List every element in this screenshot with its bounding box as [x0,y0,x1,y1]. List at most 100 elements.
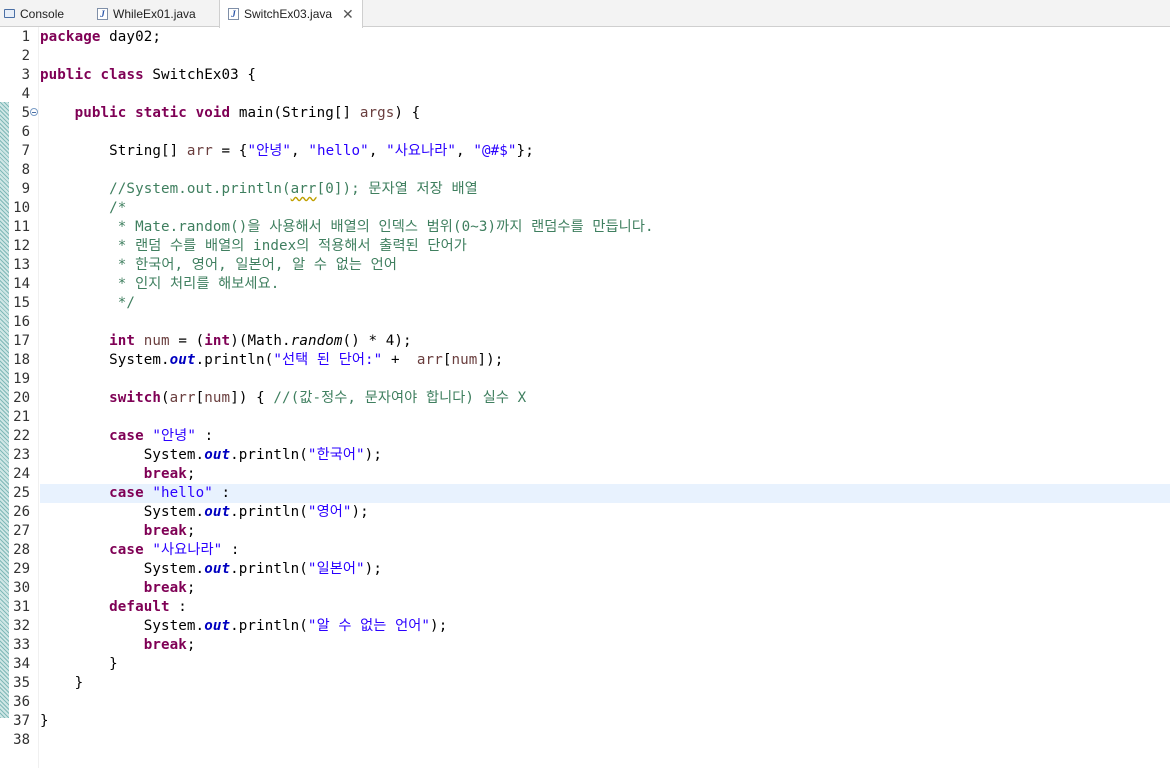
code-line[interactable]: 23 System.out.println("한국어"); [0,446,1170,465]
line-number: 27 [13,523,30,539]
code-line[interactable]: 36 [0,693,1170,712]
code-token: System. [40,352,170,368]
code-text: break; [40,465,196,484]
code-line[interactable]: 16 [0,313,1170,332]
code-line[interactable]: 22 case "안녕" : [0,427,1170,446]
code-token: //(값-정수, 문자여야 합니다) 실수 X [273,390,527,406]
code-line[interactable]: 30 break; [0,579,1170,598]
code-text: System.out.println("선택 된 단어:" + arr[num]… [40,351,503,370]
code-text: * 랜덤 수를 배열의 index의 적용해서 출력된 단어가 [40,237,467,256]
line-number: 37 [13,713,30,729]
tab-whileex01[interactable]: J WhileEx01.java [97,0,196,27]
code-text: } [40,674,84,693]
tab-label: SwitchEx03.java [244,7,333,21]
code-token: out [204,504,231,520]
code-line[interactable]: 32 System.out.println("알 수 없는 언어"); [0,617,1170,636]
line-number: 1 [21,29,30,45]
code-token: "hello" [152,485,213,501]
close-icon[interactable]: ✕ [342,6,354,23]
code-line[interactable]: 15 */ [0,294,1170,313]
code-line[interactable]: 28 case "사요나라" : [0,541,1170,560]
code-line[interactable]: 25 case "hello" : [0,484,1170,503]
code-line[interactable]: 17 int num = (int)(Math.random() * 4); [0,332,1170,351]
code-line[interactable]: 26 System.out.println("영어"); [0,503,1170,522]
code-line[interactable]: 7 String[] arr = {"안녕", "hello", "사요나라",… [0,142,1170,161]
code-line[interactable]: 4 [0,85,1170,104]
code-line[interactable]: 34 } [0,655,1170,674]
code-line[interactable]: 6 [0,123,1170,142]
code-line[interactable]: 31 default : [0,598,1170,617]
code-token: ); [364,447,382,463]
code-token: : [212,485,231,501]
code-line[interactable]: 24 break; [0,465,1170,484]
code-line[interactable]: 5 public static void main(String[] args)… [0,104,1170,123]
line-number: 8 [21,162,30,178]
code-editor[interactable]: 1 package day02; 2 3 public class SwitchEx03… [0,27,1170,768]
code-line[interactable]: 33 break; [0,636,1170,655]
code-token: * 인지 처리를 해보세요. [109,276,280,292]
code-token: ; [186,580,196,596]
line-number: 4 [21,86,30,102]
line-number: 14 [13,276,30,292]
code-line[interactable]: 20 switch(arr[num]) { //(값-정수, 문자여야 합니다)… [0,389,1170,408]
tab-switchex03[interactable]: J SwitchEx03.java ✕ [219,0,363,28]
code-text: break; [40,579,196,598]
code-text: * 인지 처리를 해보세요. [40,275,279,294]
code-token: System. [40,504,205,520]
code-line[interactable]: 13 * 한국어, 영어, 일본어, 알 수 없는 언어 [0,256,1170,275]
code-line[interactable]: 10 /* [0,199,1170,218]
code-text: case "사요나라" : [40,541,240,560]
line-number: 22 [13,428,30,444]
code-token: : [222,542,240,558]
code-line[interactable]: 21 [0,408,1170,427]
code-line[interactable]: 19 [0,370,1170,389]
code-line[interactable]: 37} [0,712,1170,731]
code-line[interactable]: 35 } [0,674,1170,693]
code-token: : [169,599,187,615]
code-token: arr [416,352,443,368]
code-text: * Mate.random()을 사용해서 배열의 인덱스 범위(0~3)까지 … [40,218,654,237]
code-line[interactable]: 3 public class SwitchEx03 { [0,66,1170,85]
code-line[interactable]: 38 [0,731,1170,750]
code-line[interactable]: 8 [0,161,1170,180]
code-token: break [143,580,187,596]
code-line[interactable]: 11 * Mate.random()을 사용해서 배열의 인덱스 범위(0~3)… [0,218,1170,237]
code-line[interactable]: 9 //System.out.println(arr[0]); 문자열 저장 배… [0,180,1170,199]
code-token: "안녕" [152,428,196,444]
console-icon [4,9,15,18]
code-text: System.out.println("알 수 없는 언어"); [40,617,448,636]
code-line[interactable]: 2 [0,47,1170,66]
code-token: break [143,637,187,653]
code-token: , [368,143,387,159]
line-number: 36 [13,694,30,710]
code-token: , [291,143,309,159]
code-token: */ [109,295,136,311]
code-token: .println( [230,504,308,520]
code-line[interactable]: 18 System.out.println("선택 된 단어:" + arr[n… [0,351,1170,370]
code-text: public static void main(String[] args) { [40,104,421,123]
code-token: * 랜덤 수를 배열의 index의 적용해서 출력된 단어가 [109,238,467,254]
code-line[interactable]: 27 break; [0,522,1170,541]
tab-console[interactable]: Console [4,0,64,27]
code-line[interactable]: 14 * 인지 처리를 해보세요. [0,275,1170,294]
code-token: "영어" [307,504,352,520]
line-number: 9 [21,181,30,197]
code-text: case "hello" : [40,484,230,503]
code-token: ; [186,466,196,482]
code-line[interactable]: 12 * 랜덤 수를 배열의 index의 적용해서 출력된 단어가 [0,237,1170,256]
code-token: public [74,105,127,121]
fold-toggle-icon[interactable] [30,108,38,116]
code-line[interactable]: 29 System.out.println("일본어"); [0,560,1170,579]
code-line[interactable]: 1 package day02; [0,28,1170,47]
line-number: 2 [21,48,30,64]
